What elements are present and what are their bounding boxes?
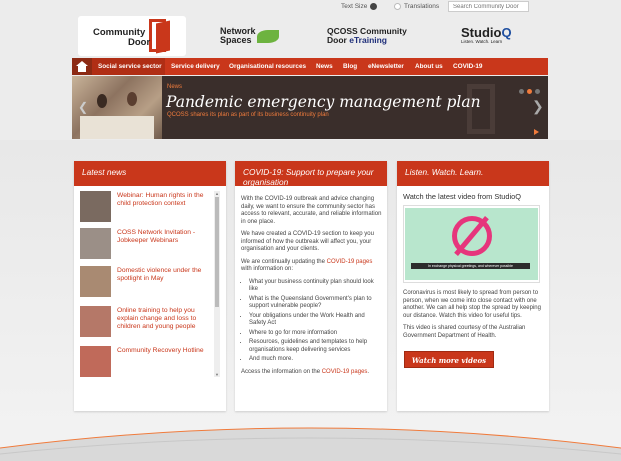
slide-indicators: [516, 81, 540, 99]
covid-body: With the COVID-19 outbreak and advice ch…: [241, 196, 383, 381]
door-panel-icon: [156, 20, 170, 54]
news-item[interactable]: Online training to help you explain chan…: [80, 306, 210, 339]
panel-heading: Latest news: [74, 161, 226, 186]
studioq-logo[interactable]: StudioQ Listen. Watch. Learn: [461, 25, 512, 44]
news-link[interactable]: Webinar: Human rights in the child prote…: [117, 192, 210, 208]
network-spaces-logo[interactable]: Network Spaces: [220, 27, 279, 45]
qcoss-etraining-logo[interactable]: QCOSS Community Door eTraining: [327, 27, 407, 45]
video-caption: In exchange physical greetings, and wher…: [411, 263, 530, 269]
covid-pages-link[interactable]: COVID-19 pages: [322, 369, 368, 375]
logo-text: Studio: [461, 25, 502, 40]
nav-item-blog[interactable]: Blog: [343, 63, 357, 70]
main-nav: Social service sector Service delivery O…: [72, 58, 548, 75]
bullet-item: What is the Queensland Government's plan…: [249, 296, 383, 311]
leaf-icon: [257, 30, 279, 43]
paragraph: We are continually updating the COVID-19…: [241, 259, 383, 274]
video-player[interactable]: In exchange physical greetings, and wher…: [403, 205, 540, 283]
text: with information on:: [241, 266, 294, 272]
news-item[interactable]: Webinar: Human rights in the child prote…: [80, 191, 210, 224]
nav-item-service-delivery[interactable]: Service delivery: [171, 63, 220, 70]
text: Access the information on the: [241, 368, 322, 375]
text-size-label: Text Size: [341, 3, 368, 11]
bullet-item: Your obligations under the Work Health a…: [249, 313, 383, 328]
bullet-item: Resources, guidelines and templates to h…: [249, 339, 383, 354]
play-icon[interactable]: [534, 129, 539, 135]
news-link[interactable]: COSS Network Invitation - Jobkeeper Webi…: [117, 229, 210, 245]
banner-photo-table: [80, 116, 154, 139]
translations-control[interactable]: Translations: [394, 3, 439, 10]
news-link[interactable]: Online training to help you explain chan…: [117, 307, 210, 331]
news-item[interactable]: COSS Network Invitation - Jobkeeper Webi…: [80, 228, 210, 261]
news-item[interactable]: Community Recovery Hotline: [80, 346, 210, 379]
watch-more-videos-button[interactable]: Watch more videos: [404, 351, 494, 368]
covid-pages-link[interactable]: COVID-19 pages: [327, 259, 373, 265]
next-slide-icon[interactable]: ❯: [532, 98, 544, 115]
text-size-toggle-icon[interactable]: [370, 3, 378, 10]
news-thumbnail[interactable]: [80, 191, 111, 222]
slide-dot[interactable]: [519, 89, 524, 94]
community-door-logo[interactable]: Community Door: [78, 16, 186, 56]
home-icon-body: [78, 66, 86, 72]
banner-tag: News: [167, 84, 183, 90]
nav-item-news[interactable]: News: [316, 63, 333, 70]
news-thumbnail[interactable]: [80, 346, 111, 377]
slide-dot-active[interactable]: [527, 89, 532, 94]
text: We are continually updating the: [241, 258, 327, 265]
search-input[interactable]: [448, 1, 529, 12]
news-thumbnail[interactable]: [80, 228, 111, 259]
news-scrollbar[interactable]: ▲ ▼: [214, 191, 220, 377]
studioq-panel: Listen. Watch. Learn. Watch the latest v…: [397, 161, 549, 411]
paragraph: With the COVID-19 outbreak and advice ch…: [241, 196, 382, 225]
scroll-down-icon[interactable]: ▼: [214, 372, 220, 377]
text: .: [367, 368, 370, 375]
nav-item-enewsletter[interactable]: eNewsletter: [368, 63, 404, 70]
logo-text: Door: [327, 35, 347, 45]
news-link[interactable]: Community Recovery Hotline: [117, 347, 204, 355]
banner-photo-person: [97, 94, 107, 108]
video-title: Watch the latest video from StudioQ: [403, 192, 522, 201]
paragraph: We have created a COVID-19 section to ke…: [241, 231, 374, 252]
news-item[interactable]: Domestic violence under the spotlight in…: [80, 266, 210, 299]
news-link[interactable]: Domestic violence under the spotlight in…: [117, 267, 210, 283]
hero-banner[interactable]: ❮ News Pandemic emergency management pla…: [72, 76, 548, 139]
video-frame[interactable]: In exchange physical greetings, and wher…: [405, 208, 538, 280]
paragraph: Access the information on the COVID-19 p…: [241, 369, 383, 377]
footer-decoration: [0, 427, 621, 461]
logo-text: Q: [501, 25, 512, 40]
translations-label: Translations: [404, 3, 440, 11]
nav-item-social-service-sector[interactable]: Social service sector: [98, 63, 162, 70]
studioq-body: Coronavirus is most likely to spread fro…: [403, 290, 543, 345]
slide-dot[interactable]: [535, 89, 540, 94]
panel-heading: COVID-19: Support to prepare your organi…: [235, 161, 387, 187]
banner-title[interactable]: Pandemic emergency management plan: [166, 93, 481, 111]
logo-tagline: Listen. Watch. Learn: [461, 39, 503, 44]
news-thumbnail[interactable]: [80, 266, 111, 297]
utility-bar: Text Size Translations: [0, 0, 621, 14]
nav-item-organisational-resources[interactable]: Organisational resources: [229, 63, 306, 70]
covid-bullets: What your business continuity plan shoul…: [249, 279, 383, 364]
translations-toggle-icon[interactable]: [394, 3, 401, 10]
logo-text: eTraining: [349, 35, 388, 45]
nav-item-covid-19[interactable]: COVID-19: [453, 63, 482, 70]
bullet-item: What your business continuity plan shoul…: [249, 279, 383, 294]
scroll-up-icon[interactable]: ▲: [214, 191, 220, 196]
latest-news-panel: Latest news Webinar: Human rights in the…: [74, 161, 226, 411]
logo-text: Door: [128, 37, 151, 48]
covid-panel: COVID-19: Support to prepare your organi…: [235, 161, 387, 411]
banner-subtitle: QCOSS shares its plan as part of its bus…: [167, 112, 329, 118]
text-size-control[interactable]: Text Size: [341, 3, 378, 11]
panel-heading: Listen. Watch. Learn.: [397, 161, 549, 186]
logo-bar: Community Door Network Spaces QCOSS Comm…: [72, 16, 548, 56]
nav-item-about-us[interactable]: About us: [415, 63, 443, 70]
scroll-thumb[interactable]: [215, 197, 219, 307]
news-thumbnail[interactable]: [80, 306, 111, 337]
paragraph: This video is shared courtesy of the Aus…: [403, 325, 526, 339]
bullet-item: Where to go for more information: [249, 330, 383, 338]
banner-photo-person: [127, 92, 137, 106]
bullet-item: And much more.: [249, 356, 383, 364]
logo-text: Spaces: [220, 35, 252, 45]
prev-slide-icon[interactable]: ❮: [78, 100, 88, 114]
home-button[interactable]: [72, 58, 92, 75]
paragraph: Coronavirus is most likely to spread fro…: [403, 290, 541, 319]
